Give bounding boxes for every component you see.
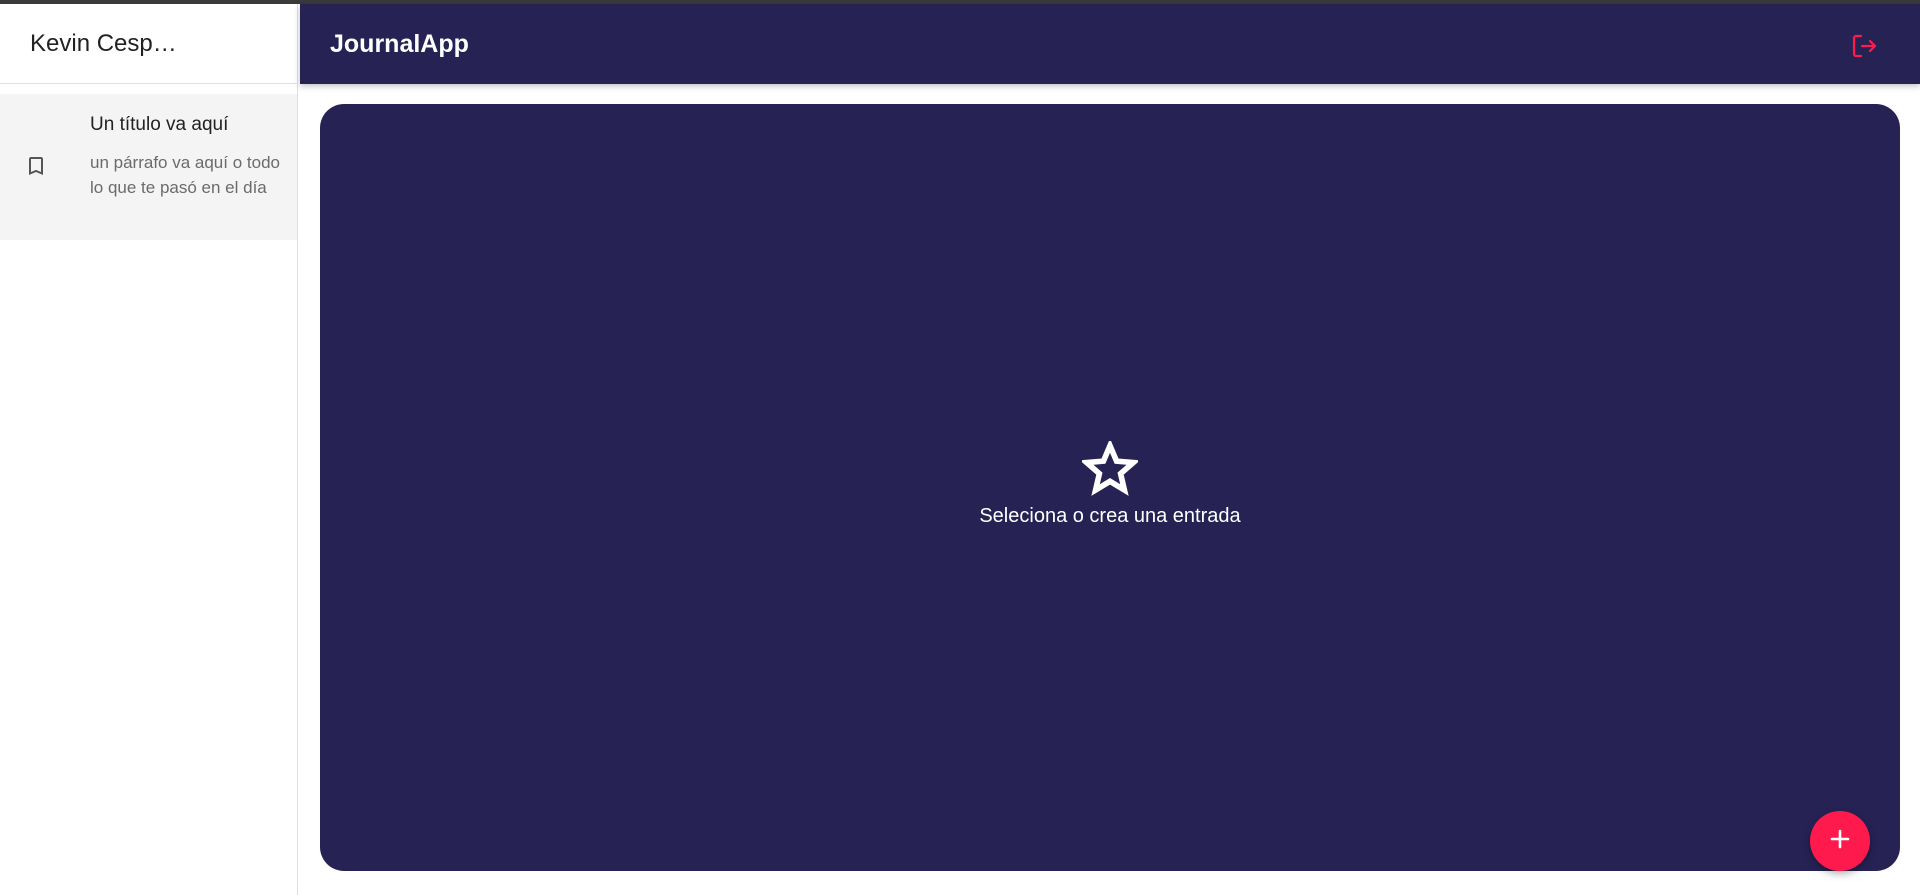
app-bar: JournalApp (300, 4, 1920, 84)
entry-text: Un título va aquí un párrafo va aquí o t… (90, 114, 280, 200)
entry-body: un párrafo va aquí o todo lo que te pasó… (90, 153, 280, 197)
journal-entry-item[interactable]: Un título va aquí un párrafo va aquí o t… (0, 94, 297, 240)
main-panel: Seleciona o crea una entrada (320, 104, 1900, 871)
sidebar: Kevin Cespe… Un título va aquí un párraf… (0, 4, 298, 895)
add-entry-button[interactable] (1810, 811, 1870, 871)
star-icon (1079, 438, 1141, 497)
sidebar-header: Kevin Cespe… (0, 4, 297, 84)
app-title: JournalApp (330, 29, 469, 58)
user-name: Kevin Cespe… (30, 29, 190, 57)
empty-state-message: Seleciona o crea una entrada (979, 505, 1241, 527)
bookmark-icon (24, 154, 48, 178)
logout-icon[interactable] (1850, 32, 1878, 60)
empty-state: Seleciona o crea una entrada (320, 438, 1900, 528)
plus-icon (1829, 828, 1851, 855)
entry-title: Un título va aquí (90, 114, 229, 135)
